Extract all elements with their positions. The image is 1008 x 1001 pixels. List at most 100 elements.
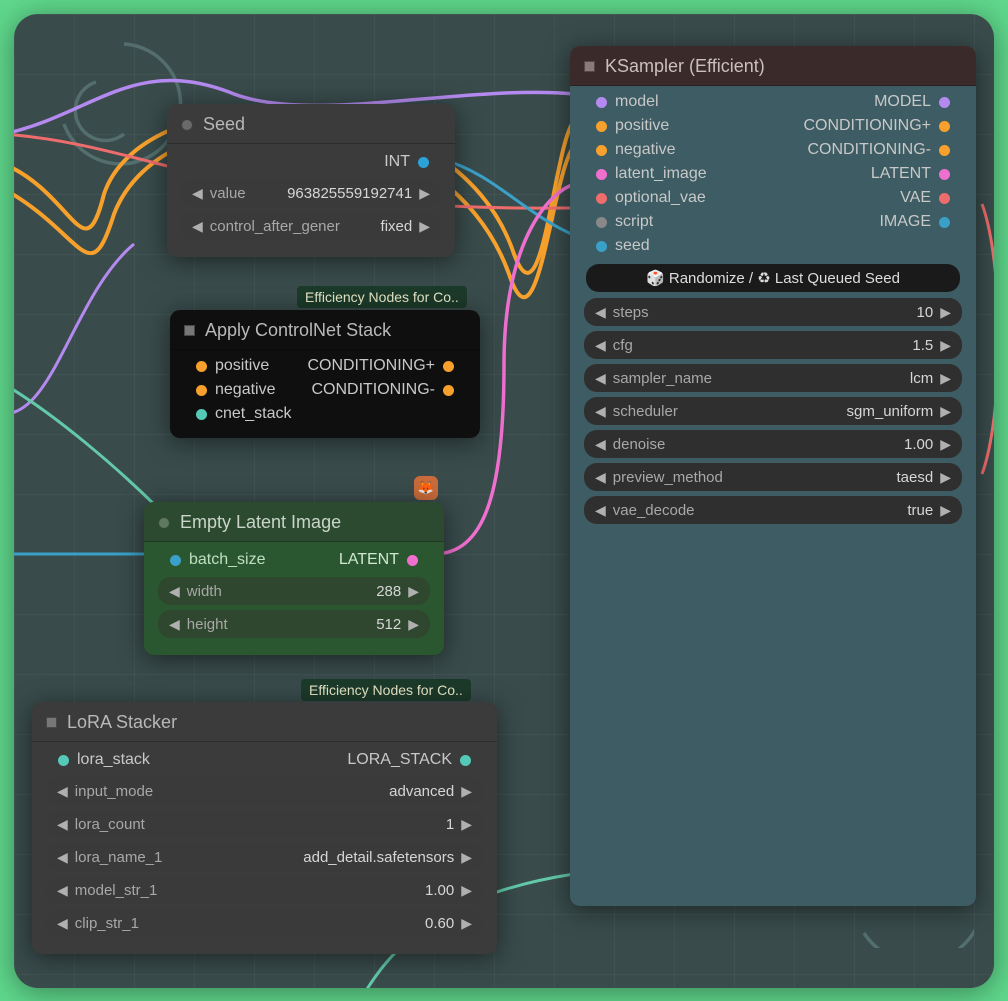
arrow-left-icon[interactable]: ◀ [592,469,609,486]
io-negative[interactable]: negativeCONDITIONING- [578,138,968,162]
arrow-right-icon[interactable]: ▶ [937,469,954,486]
widget-model-str[interactable]: ◀model_str_11.00▶ [46,876,483,904]
socket-icon[interactable] [596,241,607,252]
arrow-left-icon[interactable]: ◀ [54,882,71,899]
widget-cfg[interactable]: ◀cfg1.5▶ [584,331,962,359]
collapse-dot-icon[interactable] [181,119,193,131]
socket-icon[interactable] [596,121,607,132]
node-apply-controlnet[interactable]: Apply ControlNet Stack positive CONDITIO… [170,310,480,438]
arrow-right-icon[interactable]: ▶ [458,882,475,899]
arrow-left-icon[interactable]: ◀ [592,337,609,354]
output-int[interactable]: INT [175,150,447,174]
io-seed[interactable]: seed [578,234,968,258]
node-lora-stacker[interactable]: LoRA Stacker lora_stack LORA_STACK ◀inpu… [32,702,497,954]
arrow-right-icon[interactable]: ▶ [937,436,954,453]
socket-icon[interactable] [939,97,950,108]
arrow-left-icon[interactable]: ◀ [592,304,609,321]
socket-icon[interactable] [170,555,181,566]
arrow-right-icon[interactable]: ▶ [405,616,422,633]
widget-width[interactable]: ◀ width 288 ▶ [158,577,430,605]
arrow-right-icon[interactable]: ▶ [458,783,475,800]
node-title[interactable]: KSampler (Efficient) [570,46,976,86]
socket-icon[interactable] [939,193,950,204]
node-title[interactable]: Seed [167,104,455,144]
socket-icon[interactable] [443,361,454,372]
collapse-dot-icon[interactable] [158,517,170,529]
widget-scheduler[interactable]: ◀schedulersgm_uniform▶ [584,397,962,425]
widget-vae-decode[interactable]: ◀vae_decodetrue▶ [584,496,962,524]
socket-icon[interactable] [418,157,429,168]
arrow-right-icon[interactable]: ▶ [416,185,433,202]
node-title[interactable]: LoRA Stacker [32,702,497,742]
arrow-right-icon[interactable]: ▶ [937,502,954,519]
widget-steps[interactable]: ◀steps10▶ [584,298,962,326]
io-cnet-stack[interactable]: cnet_stack [178,402,472,426]
node-ksampler[interactable]: KSampler (Efficient) modelMODEL positive… [570,46,976,906]
arrow-left-icon[interactable]: ◀ [54,915,71,932]
arrow-right-icon[interactable]: ▶ [405,583,422,600]
io-vae[interactable]: optional_vaeVAE [578,186,968,210]
socket-icon[interactable] [596,97,607,108]
widget-lora-count[interactable]: ◀lora_count1▶ [46,810,483,838]
arrow-right-icon[interactable]: ▶ [937,403,954,420]
widget-seed-value[interactable]: ◀ value 963825559192741 ▶ [181,179,441,207]
socket-icon[interactable] [196,409,207,420]
socket-icon[interactable] [939,145,950,156]
io-lora-stack[interactable]: lora_stack LORA_STACK [40,748,489,772]
socket-icon[interactable] [596,217,607,228]
node-title[interactable]: Empty Latent Image [144,502,444,542]
io-batch-latent[interactable]: batch_size LATENT [152,548,436,572]
node-title[interactable]: Apply ControlNet Stack [170,310,480,350]
arrow-left-icon[interactable]: ◀ [166,616,183,633]
io-negative[interactable]: negative CONDITIONING- [178,378,472,402]
node-seed[interactable]: Seed INT ◀ value 963825559192741 ▶ ◀ con… [167,104,455,257]
socket-icon[interactable] [196,385,207,396]
widget-preview[interactable]: ◀preview_methodtaesd▶ [584,463,962,491]
socket-icon[interactable] [58,755,69,766]
arrow-left-icon[interactable]: ◀ [54,783,71,800]
arrow-right-icon[interactable]: ▶ [937,370,954,387]
socket-icon[interactable] [196,361,207,372]
arrow-right-icon[interactable]: ▶ [458,849,475,866]
collapse-square-icon[interactable] [46,717,57,728]
socket-icon[interactable] [596,193,607,204]
arrow-right-icon[interactable]: ▶ [458,915,475,932]
arrow-right-icon[interactable]: ▶ [937,337,954,354]
randomize-seed-button[interactable]: 🎲 Randomize / ♻ Last Queued Seed [586,264,960,292]
arrow-left-icon[interactable]: ◀ [592,370,609,387]
arrow-left-icon[interactable]: ◀ [189,218,206,235]
arrow-left-icon[interactable]: ◀ [189,185,206,202]
io-model[interactable]: modelMODEL [578,90,968,114]
arrow-left-icon[interactable]: ◀ [592,436,609,453]
arrow-left-icon[interactable]: ◀ [166,583,183,600]
socket-icon[interactable] [460,755,471,766]
io-latent[interactable]: latent_imageLATENT [578,162,968,186]
io-positive[interactable]: positive CONDITIONING+ [178,354,472,378]
arrow-right-icon[interactable]: ▶ [937,304,954,321]
socket-icon[interactable] [443,385,454,396]
widget-clip-str[interactable]: ◀clip_str_10.60▶ [46,909,483,937]
widget-input-mode[interactable]: ◀input_modeadvanced▶ [46,777,483,805]
arrow-right-icon[interactable]: ▶ [416,218,433,235]
arrow-left-icon[interactable]: ◀ [592,502,609,519]
io-script[interactable]: scriptIMAGE [578,210,968,234]
widget-sampler[interactable]: ◀sampler_namelcm▶ [584,364,962,392]
socket-icon[interactable] [407,555,418,566]
arrow-left-icon[interactable]: ◀ [54,849,71,866]
widget-control-after[interactable]: ◀ control_after_gener fixed ▶ [181,212,441,240]
socket-icon[interactable] [939,169,950,180]
arrow-right-icon[interactable]: ▶ [458,816,475,833]
socket-icon[interactable] [596,145,607,156]
socket-icon[interactable] [939,217,950,228]
node-editor-canvas[interactable]: Seed INT ◀ value 963825559192741 ▶ ◀ con… [14,14,994,988]
socket-icon[interactable] [939,121,950,132]
widget-height[interactable]: ◀ height 512 ▶ [158,610,430,638]
collapse-square-icon[interactable] [184,325,195,336]
io-positive[interactable]: positiveCONDITIONING+ [578,114,968,138]
socket-icon[interactable] [596,169,607,180]
widget-denoise[interactable]: ◀denoise1.00▶ [584,430,962,458]
arrow-left-icon[interactable]: ◀ [592,403,609,420]
collapse-square-icon[interactable] [584,61,595,72]
node-empty-latent[interactable]: Empty Latent Image batch_size LATENT ◀ w… [144,502,444,655]
arrow-left-icon[interactable]: ◀ [54,816,71,833]
